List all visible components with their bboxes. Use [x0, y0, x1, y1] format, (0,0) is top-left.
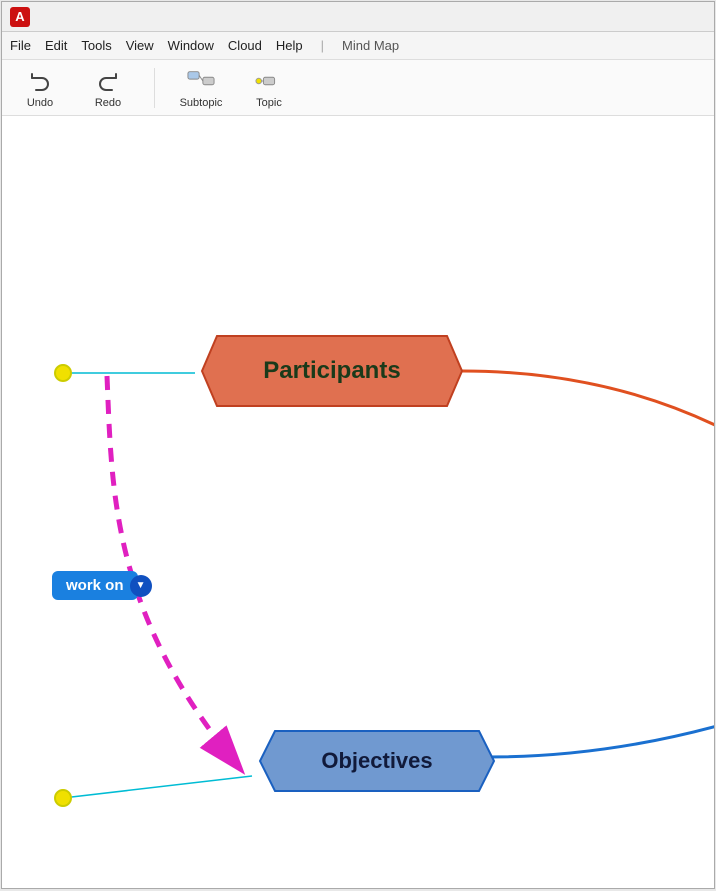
title-bar: A	[2, 2, 714, 32]
subtopic-label: Subtopic	[180, 97, 223, 109]
app-icon: A	[10, 7, 30, 27]
work-on-label: work on	[66, 577, 124, 594]
redo-label: Redo	[95, 97, 121, 109]
work-on-badge[interactable]: work on ▼	[52, 571, 138, 600]
participants-label: Participants	[263, 357, 400, 385]
dot-handle-bottom[interactable]	[54, 789, 72, 807]
undo-button[interactable]: Undo	[18, 67, 62, 109]
menu-mode-label: Mind Map	[342, 38, 399, 53]
app-window: A File Edit Tools View Window Cloud Help…	[1, 1, 715, 889]
work-on-dropdown-icon[interactable]: ▼	[130, 575, 152, 597]
menu-file[interactable]: File	[10, 38, 31, 53]
work-on-node[interactable]: work on ▼	[52, 571, 138, 600]
toolbar-separator	[154, 68, 155, 108]
menu-edit[interactable]: Edit	[45, 38, 67, 53]
participants-node[interactable]: Participants	[197, 331, 467, 416]
redo-button[interactable]: Redo	[86, 67, 130, 109]
objectives-label: Objectives	[321, 748, 432, 774]
undo-label: Undo	[27, 97, 53, 109]
canvas: Participants Objectives work on ▼	[2, 116, 714, 888]
menu-cloud[interactable]: Cloud	[228, 38, 262, 53]
subtopic-icon	[187, 67, 215, 95]
topic-button[interactable]: Topic	[247, 67, 291, 109]
menu-view[interactable]: View	[126, 38, 154, 53]
topic-icon	[255, 67, 283, 95]
toolbar: Undo Redo Subtopic	[2, 60, 714, 116]
menu-tools[interactable]: Tools	[81, 38, 111, 53]
redo-icon	[94, 67, 122, 95]
menu-window[interactable]: Window	[168, 38, 214, 53]
dot-handle-top[interactable]	[54, 364, 72, 382]
menu-bar: File Edit Tools View Window Cloud Help |…	[2, 32, 714, 60]
menu-divider: |	[321, 38, 324, 53]
subtopic-button[interactable]: Subtopic	[179, 67, 223, 109]
menu-help[interactable]: Help	[276, 38, 303, 53]
undo-icon	[26, 67, 54, 95]
objectives-node[interactable]: Objectives	[257, 726, 497, 801]
topic-label: Topic	[256, 97, 282, 109]
